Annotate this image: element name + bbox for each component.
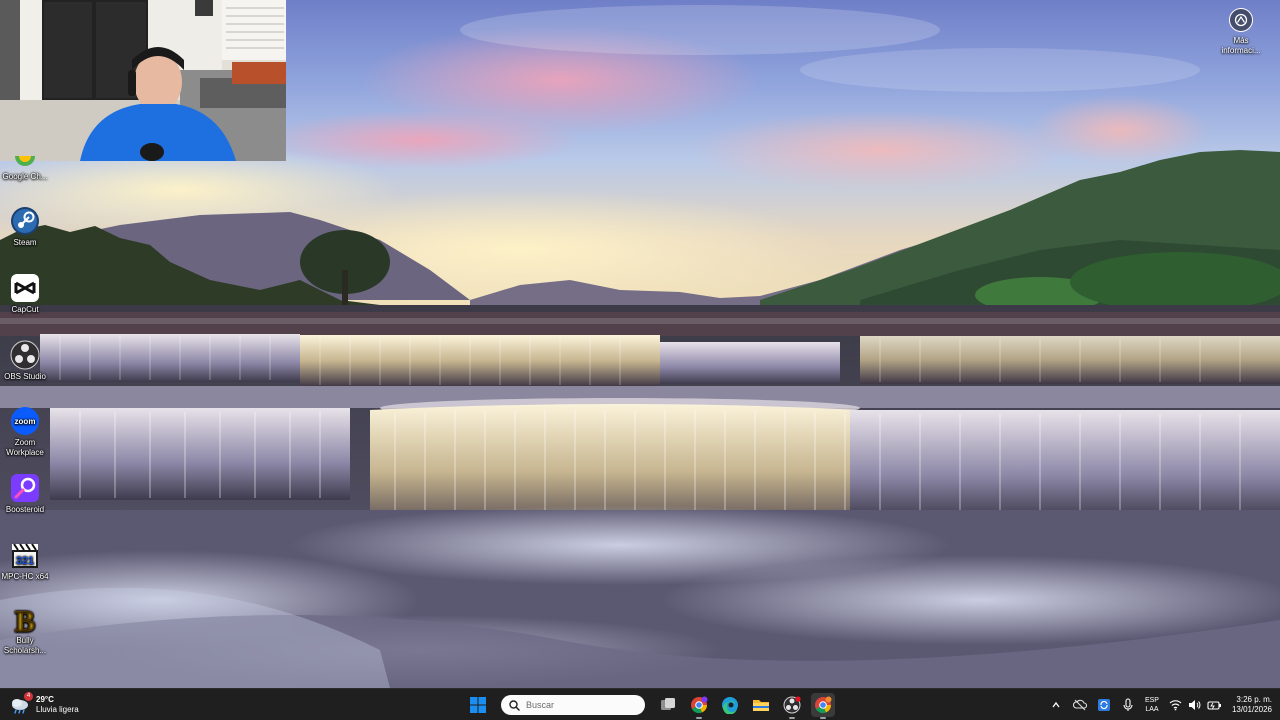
search-icon — [509, 699, 520, 711]
start-button[interactable] — [466, 693, 490, 717]
sync-icon — [1097, 699, 1110, 711]
learn-more-label: Más informaci... — [1221, 36, 1261, 55]
desktop-icon-label: Bully Scholarsh... — [3, 636, 47, 655]
taskbar-file-explorer-button[interactable] — [749, 693, 773, 717]
windows-start-icon — [470, 697, 486, 713]
obs-icon — [783, 696, 801, 714]
taskbar-center — [466, 693, 835, 719]
weather-condition: Lluvia ligera — [36, 705, 79, 714]
mpc-hc-icon: 321 — [10, 540, 40, 570]
tray-app-icon[interactable] — [1072, 698, 1087, 712]
clock-date: 13/01/2026 — [1231, 705, 1272, 714]
desktop-icon-label: Boosteroid — [5, 505, 45, 514]
boosteroid-icon — [10, 473, 40, 503]
language-code: ESP — [1144, 697, 1159, 704]
chrome-icon — [691, 696, 708, 714]
mpc-logo-text: 321 — [16, 555, 34, 567]
obs-icon — [10, 340, 40, 370]
desktop-icon-bully-scholarship[interactable]: B Bully Scholarsh... — [0, 604, 50, 656]
taskbar-chrome-active-button[interactable] — [811, 693, 835, 719]
desktop-icon-google-chrome[interactable]: Google Ch... — [0, 156, 50, 182]
zoom-logo-text: zoom — [15, 417, 36, 426]
desktop-icon-mpc-hc[interactable]: 321 MPC-HC x64 — [0, 540, 50, 582]
taskbar-search[interactable] — [501, 695, 645, 715]
system-tray: ESP LAA 3:26 p. m. 13/01/2026 — [1049, 693, 1272, 717]
task-view-icon — [661, 698, 675, 710]
cloud-off-icon — [1072, 699, 1087, 711]
tray-sync-button[interactable] — [1097, 698, 1111, 712]
chrome-icon — [815, 696, 832, 714]
taskbar: 4 29°C Lluvia ligera Buscar ESP LAA 3:26… — [0, 688, 1280, 720]
weather-rain-icon: 4 — [10, 692, 33, 715]
keyboard-layout: LAA — [1145, 706, 1159, 713]
clock[interactable]: 3:26 p. m. 13/01/2026 — [1232, 695, 1272, 715]
edge-icon — [722, 697, 738, 714]
weather-widget[interactable]: 4 29°C Lluvia ligera — [10, 692, 79, 717]
task-view-button[interactable] — [656, 693, 680, 717]
taskbar-obs-button[interactable] — [780, 693, 804, 719]
volume-icon — [1188, 700, 1201, 710]
desktop-icon-boosteroid[interactable]: Boosteroid — [0, 473, 50, 515]
taskbar-chrome-button[interactable] — [687, 693, 711, 719]
learn-more-widget[interactable]: Más informaci... — [1214, 8, 1268, 56]
bully-logo-text: B — [15, 605, 35, 634]
chrome-icon — [10, 156, 40, 170]
webcam-overlay — [0, 0, 286, 161]
desktop-icon-zoom-workplace[interactable]: zoom Zoom Workplace — [0, 406, 50, 458]
desktop-icon-label: Google Ch... — [2, 172, 48, 181]
desktop-icon-obs-studio[interactable]: OBS Studio — [0, 340, 50, 382]
weather-temperature: 29°C — [36, 695, 54, 704]
show-hidden-icons-button[interactable] — [1049, 698, 1063, 712]
bully-icon: B — [10, 604, 40, 639]
capcut-icon — [10, 273, 40, 303]
desktop-icon-label: Steam — [13, 238, 37, 247]
folder-icon — [753, 700, 769, 711]
notification-badge: 4 — [24, 692, 33, 701]
desktop-icon-label: Zoom Workplace — [6, 438, 44, 457]
wifi-icon — [1169, 700, 1182, 711]
steam-icon — [10, 206, 40, 236]
desktop-icon-capcut[interactable]: CapCut — [0, 273, 50, 315]
chevron-up-icon — [1052, 701, 1060, 708]
spotlight-icon — [1229, 8, 1253, 32]
input-language-indicator[interactable]: ESP LAA — [1145, 696, 1159, 714]
microphone-button[interactable] — [1121, 698, 1135, 712]
clock-time: 3:26 p. m. — [1236, 695, 1272, 704]
taskbar-edge-button[interactable] — [718, 693, 742, 717]
desktop-icon-steam[interactable]: Steam — [0, 206, 50, 248]
desktop-icon-label: OBS Studio — [4, 372, 46, 381]
search-input[interactable] — [526, 700, 626, 710]
desktop-icon-label: CapCut — [11, 305, 39, 314]
battery-icon — [1207, 701, 1221, 710]
quick-settings-button[interactable] — [1169, 699, 1222, 711]
zoom-icon: zoom — [10, 406, 40, 436]
desktop-icon-label: MPC-HC x64 — [1, 572, 49, 581]
microphone-icon — [1123, 698, 1133, 711]
